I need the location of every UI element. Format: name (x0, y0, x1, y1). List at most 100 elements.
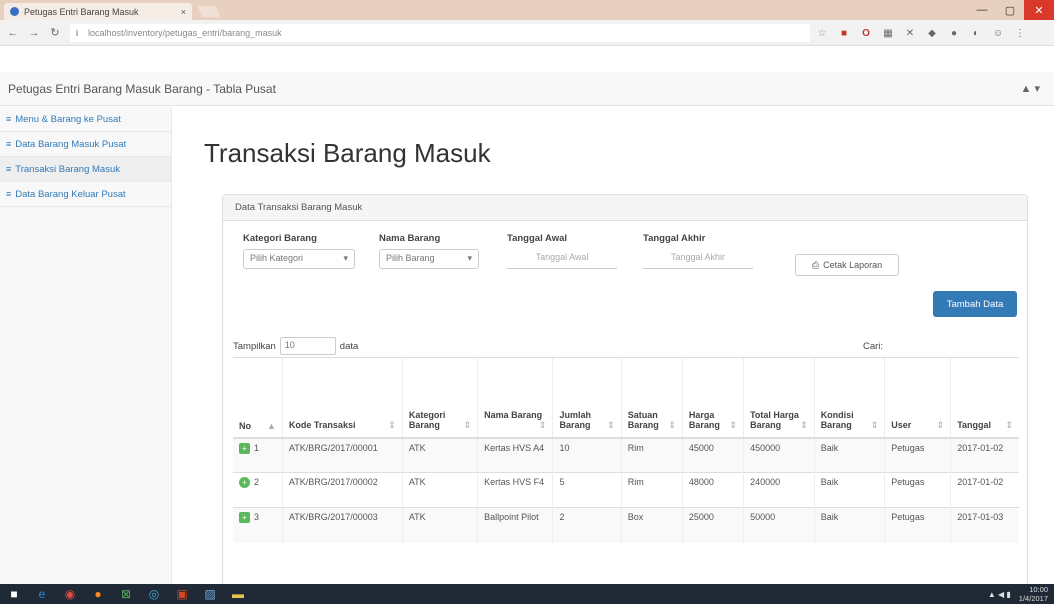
column-header[interactable]: Total Harga Barang ⇕ (743, 357, 815, 439)
cell-user: Petugas (884, 507, 951, 543)
column-header[interactable]: Harga Barang ⇕ (681, 357, 744, 439)
page-title: Transaksi Barang Masuk (204, 138, 491, 168)
cell-total: 50000 (743, 507, 815, 543)
sidebar-item-kirim[interactable]: ≡ Menu & Barang ke Pusat (0, 107, 171, 132)
folder-icon[interactable]: ▬ (224, 584, 252, 604)
column-header[interactable]: Kode Transaksi ⇕ (281, 357, 403, 439)
column-header[interactable]: Jumlah Barang ⇕ (552, 357, 622, 439)
profile-icon[interactable]: ☺ (992, 27, 1004, 39)
tray-icons[interactable]: ▲ ◀ ▮ (988, 590, 1011, 599)
table-row[interactable]: +1 ATK/BRG/2017/00001 ATK Kertas HVS A4 … (233, 437, 1019, 473)
extension-icon[interactable]: ◆ (926, 27, 938, 39)
forward-icon[interactable]: → (26, 25, 42, 41)
column-header[interactable]: Nama Barang ⇕ (477, 357, 553, 439)
powerpoint-icon[interactable]: ▣ (168, 584, 196, 604)
address-bar[interactable]: i localhost/inventory/petugas_entri/bara… (70, 24, 810, 42)
opera-icon[interactable]: O (860, 27, 872, 39)
back-icon[interactable]: ← (5, 25, 21, 41)
list-icon: ≡ (6, 114, 12, 124)
tab-close-icon[interactable]: × (181, 7, 186, 17)
cell-kondisi: Baik (813, 507, 885, 543)
extension-icon[interactable]: ▦ (882, 27, 894, 39)
info-icon[interactable]: i (76, 28, 78, 38)
cell-no: +1 (233, 437, 283, 473)
url-text: localhost/inventory/petugas_entri/barang… (88, 28, 282, 38)
browser-tabbar: Petugas Entri Barang Masuk × — ▢ ✕ (0, 0, 1054, 20)
column-header[interactable]: No ▲ (233, 357, 283, 439)
sidebar-item-transaksi-masuk[interactable]: ≡ Transaksi Barang Masuk (0, 157, 171, 182)
nama-barang-select[interactable]: Pilih Barang ▾ (379, 249, 479, 269)
window-minimize-button[interactable]: — (968, 0, 996, 20)
favicon-icon (10, 7, 19, 16)
table-length-control: Tampilkan 10 data (233, 337, 358, 355)
clock[interactable]: 10:00 1/4/2017 (1019, 585, 1048, 603)
cell-harga: 45000 (681, 437, 744, 473)
extension-icon[interactable]: ✕ (904, 27, 916, 39)
xampp-icon[interactable]: ⊠ (112, 584, 140, 604)
cell-kode: ATK/BRG/2017/00001 (281, 437, 403, 473)
tanggal-awal-input[interactable]: Tanggal Awal (507, 249, 617, 269)
window-close-button[interactable]: ✕ (1024, 0, 1054, 20)
cell-no: +3 (233, 507, 283, 543)
filter-label: Tanggal Akhir (643, 233, 706, 244)
chevron-down-icon: ▾ (343, 253, 348, 263)
select-value: Pilih Barang (386, 253, 435, 263)
page-top-spacer (0, 46, 1054, 72)
print-label: Cetak Laporan (823, 260, 883, 270)
app-brand[interactable]: Petugas Entri Barang Masuk Barang - Tabl… (8, 82, 276, 96)
cell-satuan: Box (620, 507, 683, 543)
column-header[interactable]: Tanggal ⇕ (950, 357, 1019, 439)
extension-icon[interactable]: ■ (838, 27, 850, 39)
window-maximize-button[interactable]: ▢ (996, 0, 1024, 20)
filter-kategori: Kategori Barang Pilih Kategori ▾ (243, 233, 355, 269)
menu-icon[interactable]: ⋮ (1014, 27, 1026, 39)
app-navbar: Petugas Entri Barang Masuk Barang - Tabl… (0, 72, 1054, 106)
table-row[interactable]: +2 ATK/BRG/2017/00002 ATK Kertas HVS F4 … (233, 472, 1019, 508)
new-tab-button[interactable] (197, 6, 221, 17)
browser-tab[interactable]: Petugas Entri Barang Masuk × (4, 3, 192, 20)
column-header[interactable]: Kondisi Barang ⇕ (813, 357, 885, 439)
cell-nama: Kertas HVS A4 (477, 437, 553, 473)
table-row[interactable]: +3 ATK/BRG/2017/00003 ATK Ballpoint Pilo… (233, 507, 1019, 543)
extension-icon[interactable]: ● (948, 27, 960, 39)
expand-row-icon[interactable]: + (239, 512, 250, 524)
column-header[interactable]: Kategori Barang ⇕ (401, 357, 478, 439)
extension-icons: ☆ ■ O ▦ ✕ ◆ ● ◐ ☺ ⋮ (816, 24, 1026, 42)
tanggal-akhir-input[interactable]: Tanggal Akhir (643, 249, 753, 269)
user-menu[interactable]: ▲ ▾ (1021, 82, 1040, 95)
photo-icon[interactable]: ▨ (196, 584, 224, 604)
search-input[interactable] (889, 337, 1009, 355)
chrome-icon[interactable]: ◉ (56, 584, 84, 604)
filter-tanggal-awal: Tanggal Awal Tanggal Awal (507, 233, 617, 269)
windows-start-icon[interactable]: ■ (0, 584, 28, 604)
bookmark-star-icon[interactable]: ☆ (816, 27, 828, 39)
column-header[interactable]: User ⇕ (884, 357, 951, 439)
extension-icon[interactable]: ◐ (970, 27, 982, 39)
cell-kode: ATK/BRG/2017/00002 (281, 472, 403, 508)
kategori-select[interactable]: Pilih Kategori ▾ (243, 249, 355, 269)
filter-label: Nama Barang (379, 233, 441, 244)
ie-icon[interactable]: e (28, 584, 56, 604)
print-report-button[interactable]: ⎙ Cetak Laporan (795, 254, 899, 276)
sidebar-item-label: Transaksi Barang Masuk (15, 163, 120, 175)
add-data-button[interactable]: Tambah Data (933, 291, 1017, 317)
length-select[interactable]: 10 (279, 337, 336, 355)
search-label: Cari: (863, 340, 884, 352)
column-header[interactable]: Satuan Barang ⇕ (620, 357, 683, 439)
app-icon[interactable]: ◎ (140, 584, 168, 604)
expand-row-icon[interactable]: + (239, 477, 250, 489)
firefox-icon[interactable]: ● (84, 584, 112, 604)
sidebar: ≡ Menu & Barang ke Pusat ≡ Data Barang M… (0, 107, 172, 584)
cell-no: +2 (233, 472, 283, 508)
cell-nama: Kertas HVS F4 (477, 472, 553, 508)
cell-kategori: ATK (401, 507, 478, 543)
expand-row-icon[interactable]: + (239, 442, 250, 454)
sidebar-item-data-keluar[interactable]: ≡ Data Barang Keluar Pusat (0, 182, 171, 207)
cell-total: 450000 (743, 437, 815, 473)
list-icon: ≡ (6, 139, 12, 149)
reload-icon[interactable]: ↻ (47, 25, 63, 41)
cell-tanggal: 2017-01-02 (950, 437, 1019, 473)
clock-time: 10:00 (1029, 585, 1048, 594)
cell-kategori: ATK (401, 437, 478, 473)
sidebar-item-data-masuk[interactable]: ≡ Data Barang Masuk Pusat (0, 132, 171, 157)
